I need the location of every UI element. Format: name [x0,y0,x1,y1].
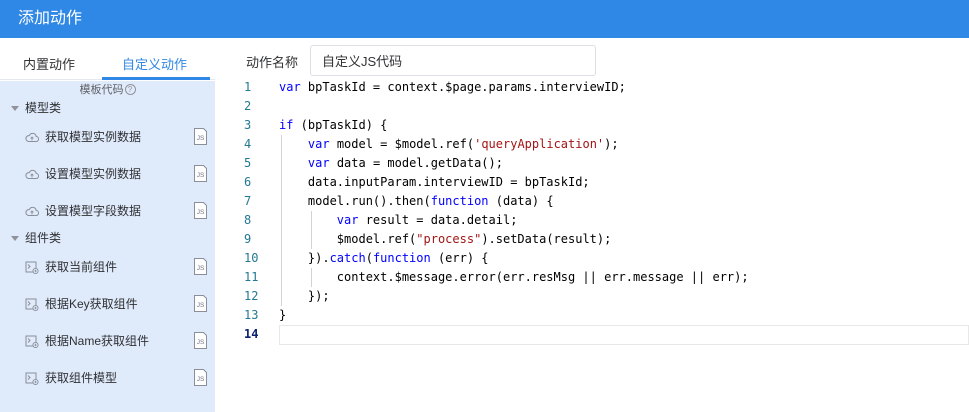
template-item[interactable]: 根据Name获取组件 JS [0,322,215,359]
code-line: }).catch(function (err) { [279,251,489,265]
line-number: 5 [244,156,252,170]
line-number: 8 [244,213,252,227]
template-item-label: 获取组件模型 [45,371,118,385]
svg-text:JS: JS [197,339,205,346]
template-header-label: 模板代码 [79,84,124,96]
caret-down-icon [11,106,19,111]
template-item[interactable]: 根据Key获取组件 JS [0,285,215,322]
cloud-icon [25,131,40,143]
code-line: var result = data.detail; [336,213,518,227]
sidebar: 内置动作 自定义动作 模板代码? 模型类获取模型实例数据 JS 设置模型实例数据 JS… [0,38,215,412]
svg-text:JS: JS [197,209,205,216]
template-item-label: 获取当前组件 [45,260,118,274]
code-text[interactable]: var bpTaskId = context.$page.params.inte… [279,78,969,344]
line-number: 7 [244,194,252,208]
js-file-icon[interactable]: JS [193,165,208,182]
template-group[interactable]: 组件类 [0,229,215,248]
template-header: 模板代码? [0,81,215,99]
line-number: 9 [244,232,252,246]
dialog-title: 添加动作 [0,0,969,38]
code-line: } [279,308,287,322]
template-item[interactable]: 获取组件模型 JS [0,359,215,396]
template-item[interactable]: 获取当前组件 JS [0,248,215,285]
code-line: context.$message.error(err.resMsg || err… [279,270,749,284]
caret-down-icon [11,236,19,241]
component-icon [25,298,39,312]
svg-text:JS: JS [197,135,205,142]
js-file-icon[interactable]: JS [193,332,208,349]
svg-text:JS: JS [197,172,205,179]
js-file-icon[interactable]: JS [193,128,208,145]
js-file-icon[interactable]: JS [193,295,208,312]
template-item[interactable]: 获取模型实例数据 JS [0,118,215,155]
template-item-label: 根据Name获取组件 [45,334,150,348]
template-groups: 模型类获取模型实例数据 JS 设置模型实例数据 JS 设置模型字段数据 JS 组件类获取当前… [0,99,215,396]
code-line: model.run().then(function (data) { [279,194,554,208]
line-number: 6 [244,175,252,189]
svg-text:JS: JS [197,265,205,272]
js-file-icon[interactable]: JS [193,369,208,386]
line-number: 11 [244,270,259,284]
main-panel: 动作名称 1234567891011121314 var bpTaskId = … [215,38,969,412]
template-panel: 模板代码? 模型类获取模型实例数据 JS 设置模型实例数据 JS 设置模型字段数据 JS 组… [0,81,215,412]
template-item-label: 根据Key获取组件 [45,297,138,311]
code-editor[interactable]: 1 2 3 4 5 6 7 8 9 10 11 12 13 14 var bpTaskId = conte… [215,78,969,368]
help-icon[interactable]: ? [124,84,136,95]
component-icon [25,372,39,386]
line-number: 4 [244,137,252,151]
code-line: var data = model.getData(); [307,156,503,170]
line-number: 13 [244,308,259,322]
tab-builtin-actions[interactable]: 内置动作 [23,38,75,80]
line-number: 14 [244,327,259,341]
line-number: 2 [244,99,252,113]
cloud-icon [25,168,40,180]
template-item-label: 设置模型字段数据 [45,204,142,218]
template-item-label: 设置模型实例数据 [45,167,142,181]
line-number: 12 [244,289,259,303]
action-name-label: 动作名称 [246,55,299,70]
svg-text:JS: JS [197,376,205,383]
tab-custom-actions[interactable]: 自定义动作 [122,38,187,80]
js-file-icon[interactable]: JS [193,258,208,275]
code-line: var model = $model.ref('queryApplication… [307,137,619,151]
code-line: if (bpTaskId) { [279,118,388,132]
template-group[interactable]: 模型类 [0,99,215,118]
code-line: $model.ref("process").setData(result); [279,232,612,246]
action-name-input[interactable] [310,45,596,76]
cloud-icon [25,205,40,217]
code-line: }); [279,289,330,303]
line-number: 10 [244,251,259,265]
active-tab-indicator [102,77,210,80]
code-line: data.inputParam.interviewID = bpTaskId; [279,175,590,189]
component-icon [25,335,39,349]
svg-text:JS: JS [197,302,205,309]
component-icon [25,261,39,275]
template-group-label: 组件类 [25,231,62,245]
template-item[interactable]: 设置模型实例数据 JS [0,155,215,192]
line-number: 3 [244,118,252,132]
line-number-gutter: 1 2 3 4 5 6 7 8 9 10 11 12 13 14 [230,78,270,344]
template-item[interactable]: 设置模型字段数据 JS [0,192,215,229]
template-group-label: 模型类 [25,101,62,115]
template-item-label: 获取模型实例数据 [45,130,142,144]
code-line: var bpTaskId = context.$page.params.inte… [279,80,626,94]
action-tabs: 内置动作 自定义动作 [0,38,215,80]
line-number: 1 [244,80,252,94]
js-file-icon[interactable]: JS [193,202,208,219]
